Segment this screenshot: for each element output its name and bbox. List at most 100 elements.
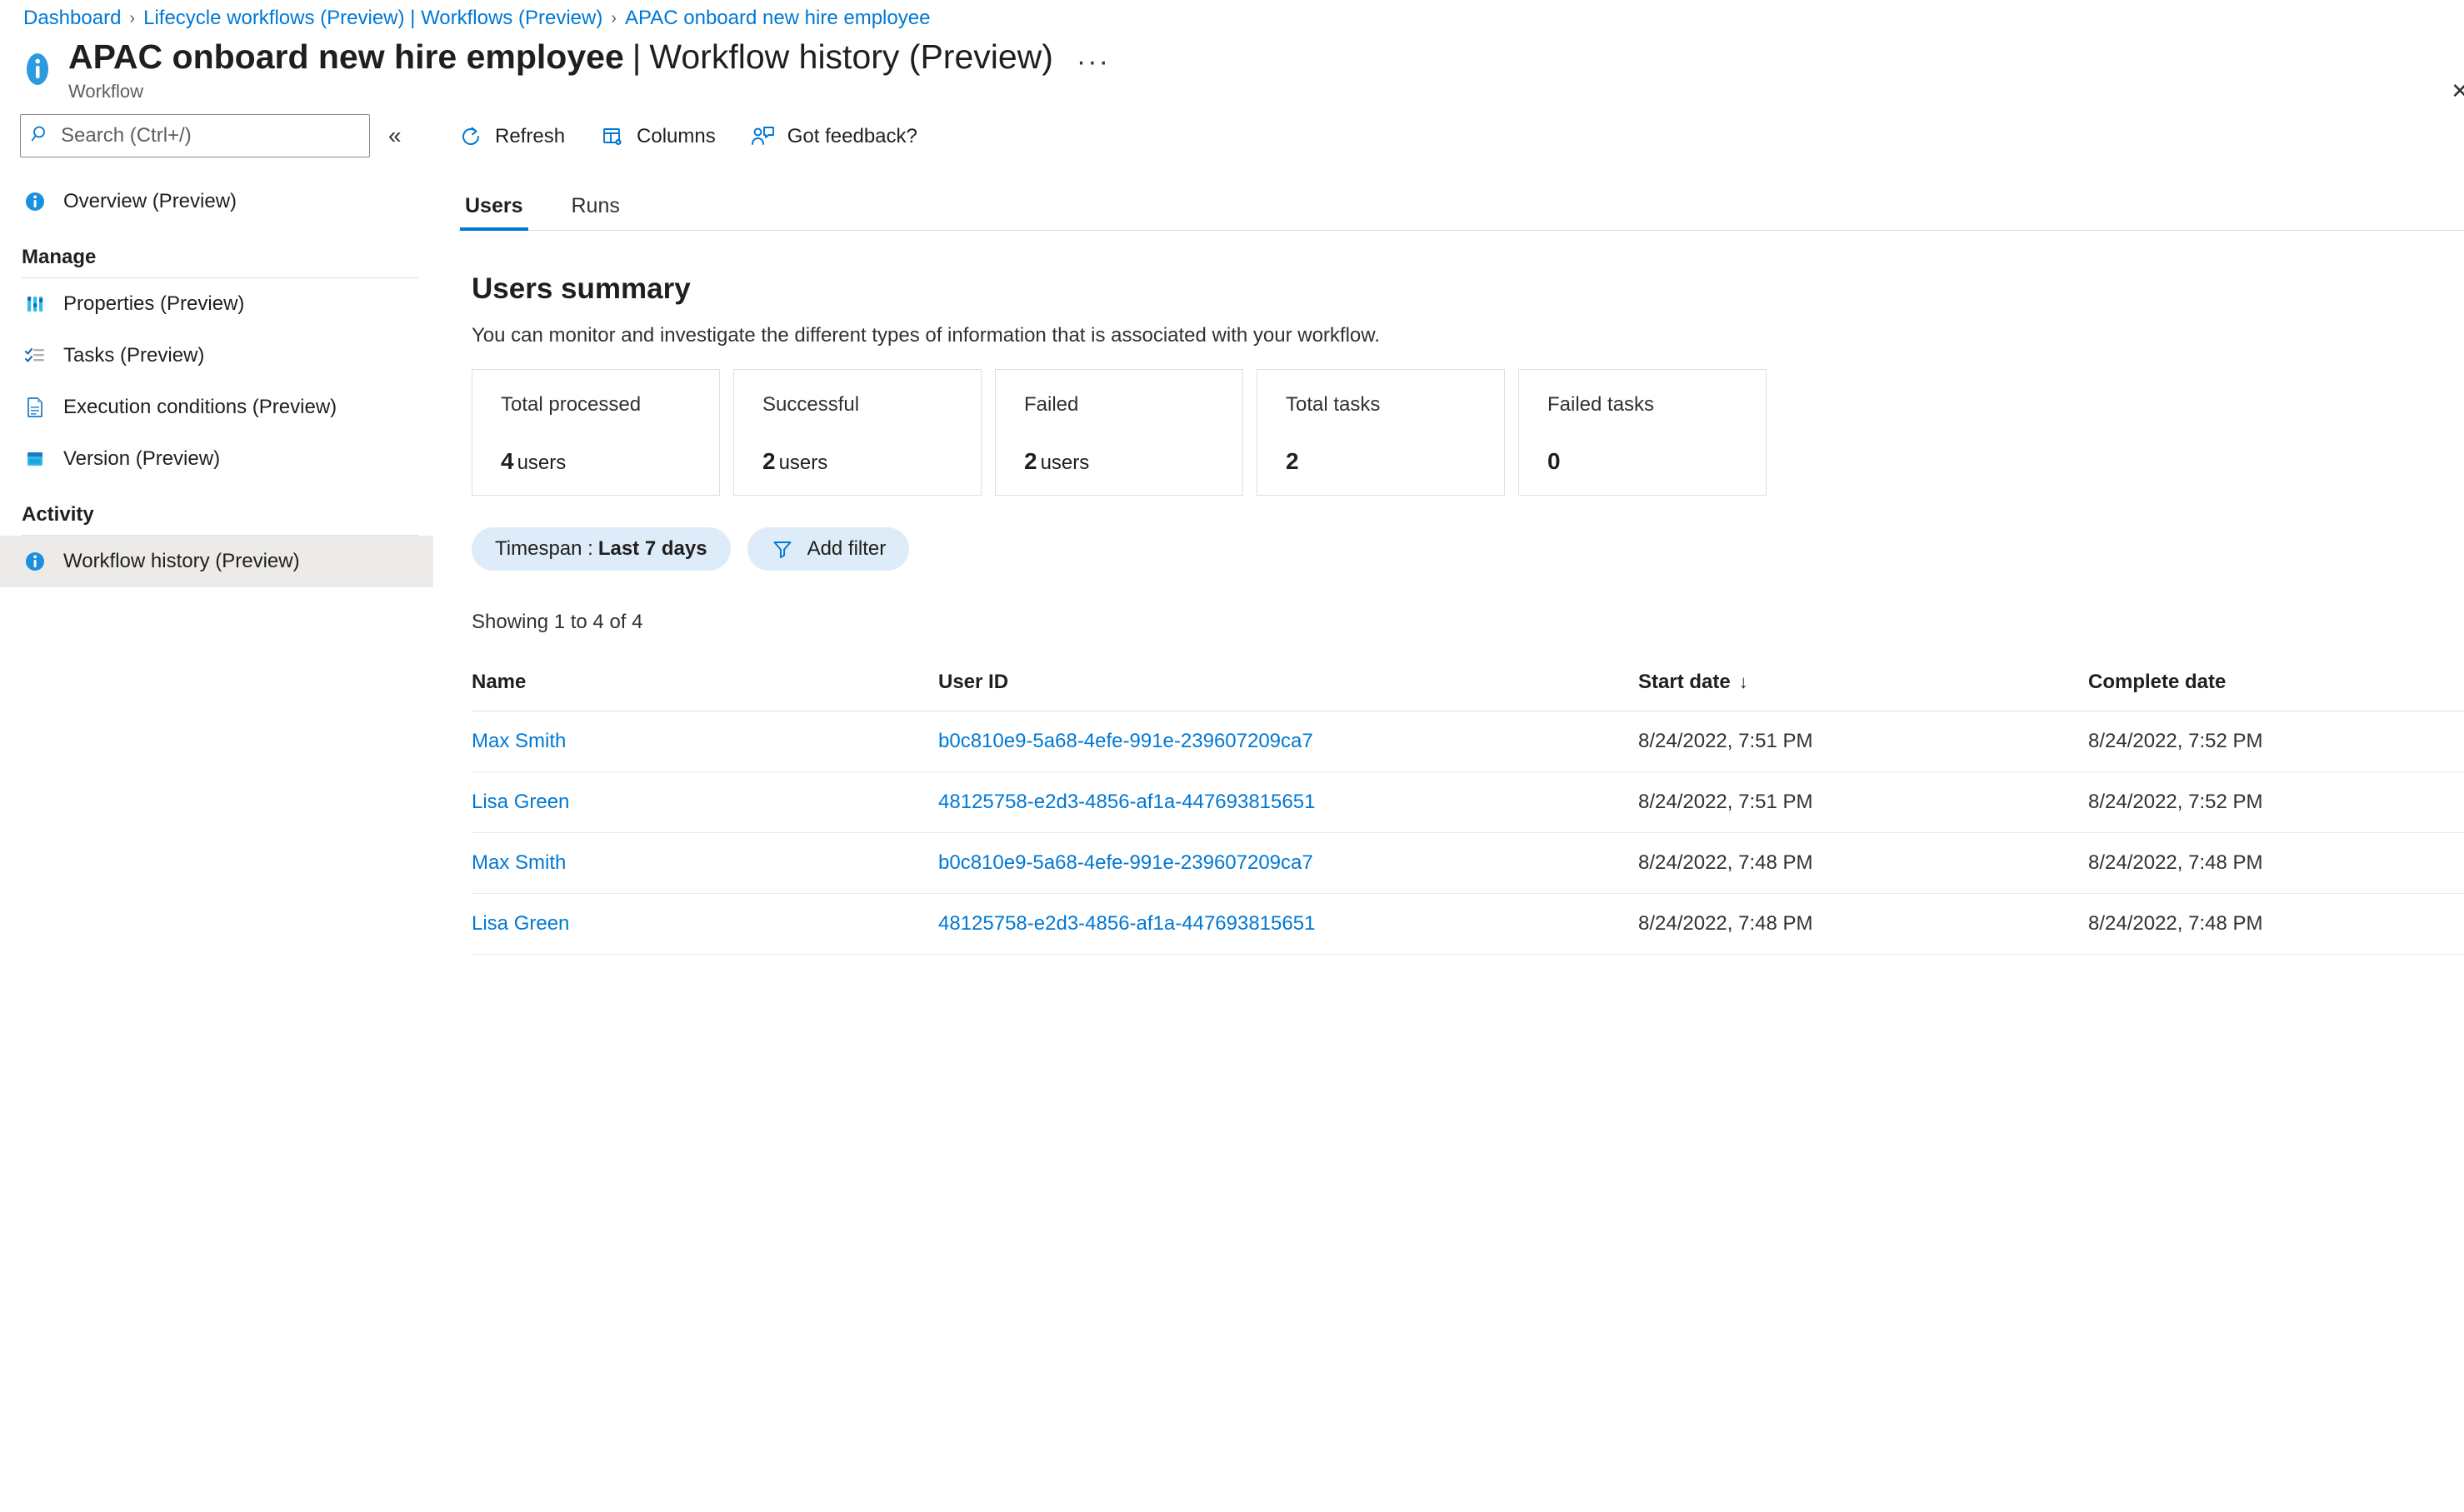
sidebar-item-tasks[interactable]: Tasks (Preview) — [0, 330, 433, 382]
layers-icon — [22, 446, 48, 472]
breadcrumb-item-lifecycle-workflows[interactable]: Lifecycle workflows (Preview) | Workflow… — [143, 7, 602, 30]
column-header-label: Name — [472, 671, 527, 694]
table-row[interactable]: Max Smith b0c810e9-5a68-4efe-991e-239607… — [472, 832, 2464, 895]
columns-button[interactable]: Columns — [600, 124, 716, 149]
search-box[interactable] — [20, 114, 370, 158]
sidebar-item-workflow-history[interactable]: Workflow history (Preview) — [0, 536, 433, 588]
cell-complete-date: 8/24/2022, 7:48 PM — [2088, 893, 2464, 956]
sidebar-item-label: Version (Preview) — [63, 447, 221, 471]
user-id-link[interactable]: b0c810e9-5a68-4efe-991e-239607209ca7 — [938, 730, 1313, 752]
sidebar-item-properties[interactable]: Properties (Preview) — [0, 278, 433, 330]
timespan-filter-value: Last 7 days — [597, 537, 707, 561]
summary-card-failed: Failed 2 users — [995, 369, 1243, 497]
timespan-filter-chip[interactable]: Timespan : Last 7 days — [472, 527, 731, 571]
page-section-description: You can monitor and investigate the diff… — [472, 324, 1380, 347]
summary-card-value: 4 users — [501, 448, 719, 475]
summary-card-value: 2 — [1286, 448, 1504, 475]
summary-card-value: 2 users — [762, 448, 981, 475]
user-name-link[interactable]: Max Smith — [472, 851, 566, 874]
column-header-start-date[interactable]: Start date ↓ — [1638, 671, 2088, 712]
table-row[interactable]: Lisa Green 48125758-e2d3-4856-af1a-44769… — [472, 893, 2464, 956]
cell-name[interactable]: Lisa Green — [472, 893, 938, 956]
document-icon — [22, 394, 48, 421]
cell-user-id[interactable]: b0c810e9-5a68-4efe-991e-239607209ca7 — [938, 832, 1638, 895]
cell-start-date: 8/24/2022, 7:48 PM — [1638, 832, 2088, 895]
sidebar-item-label: Execution conditions (Preview) — [63, 396, 337, 419]
cell-name[interactable]: Max Smith — [472, 711, 938, 773]
sliders-icon — [22, 291, 48, 317]
sidebar-item-label: Overview (Preview) — [63, 190, 237, 213]
breadcrumb: Dashboard › Lifecycle workflows (Preview… — [0, 0, 2464, 30]
column-header-label: Complete date — [2088, 671, 2227, 694]
feedback-label: Got feedback? — [787, 125, 917, 148]
info-circle-icon — [20, 52, 55, 87]
refresh-button[interactable]: Refresh — [458, 124, 565, 149]
column-header-label: Start date — [1638, 671, 1731, 694]
page-section-title: Users summary — [472, 272, 691, 306]
refresh-label: Refresh — [495, 125, 566, 148]
sidebar-item-label: Workflow history (Preview) — [63, 550, 300, 573]
columns-label: Columns — [637, 125, 716, 148]
summary-card-unit: users — [1040, 452, 1090, 475]
cell-start-date: 8/24/2022, 7:51 PM — [1638, 771, 2088, 834]
cell-user-id[interactable]: b0c810e9-5a68-4efe-991e-239607209ca7 — [938, 711, 1638, 773]
cell-complete-date: 8/24/2022, 7:52 PM — [2088, 771, 2464, 834]
summary-card-number: 4 — [501, 448, 514, 475]
breadcrumb-separator: › — [129, 8, 136, 27]
breadcrumb-item-current-workflow[interactable]: APAC onboard new hire employee — [625, 7, 930, 30]
summary-card-label: Successful — [762, 393, 860, 417]
filter-bar: Timespan : Last 7 days Add filter — [472, 527, 2464, 571]
sidebar-group-title: Manage — [22, 246, 97, 269]
search-icon — [31, 124, 51, 148]
sort-descending-icon: ↓ — [1738, 671, 1748, 693]
sidebar-item-label: Properties (Preview) — [63, 292, 245, 316]
close-icon[interactable]: ✕ — [2451, 78, 2464, 104]
tab-bar: Users Runs — [458, 194, 2464, 232]
summary-card-number: 2 — [762, 448, 776, 475]
add-filter-button[interactable]: Add filter — [747, 527, 910, 571]
user-id-link[interactable]: 48125758-e2d3-4856-af1a-447693815651 — [938, 791, 1315, 813]
cell-name[interactable]: Max Smith — [472, 832, 938, 895]
sidebar-item-overview[interactable]: Overview (Preview) — [0, 176, 433, 227]
tab-runs[interactable]: Runs — [567, 194, 625, 230]
sidebar-item-version[interactable]: Version (Preview) — [0, 433, 433, 485]
user-name-link[interactable]: Lisa Green — [472, 912, 569, 935]
cell-user-id[interactable]: 48125758-e2d3-4856-af1a-447693815651 — [938, 893, 1638, 956]
summary-card-value: 2 users — [1024, 448, 1242, 475]
breadcrumb-item-dashboard[interactable]: Dashboard — [23, 7, 121, 30]
tab-users[interactable]: Users — [460, 194, 528, 232]
cell-start-date: 8/24/2022, 7:48 PM — [1638, 893, 2088, 956]
info-circle-icon — [22, 188, 48, 215]
more-actions-button[interactable]: ··· — [1077, 46, 1110, 77]
page-title-separator: | — [632, 37, 642, 76]
cell-start-date: 8/24/2022, 7:51 PM — [1638, 711, 2088, 773]
add-filter-label: Add filter — [807, 537, 887, 561]
table-row[interactable]: Max Smith b0c810e9-5a68-4efe-991e-239607… — [472, 711, 2464, 773]
user-id-link[interactable]: 48125758-e2d3-4856-af1a-447693815651 — [938, 912, 1315, 935]
user-id-link[interactable]: b0c810e9-5a68-4efe-991e-239607209ca7 — [938, 851, 1313, 874]
user-name-link[interactable]: Lisa Green — [472, 791, 569, 813]
user-name-link[interactable]: Max Smith — [472, 730, 566, 752]
sidebar-group-activity: Activity — [0, 485, 433, 526]
collapse-sidebar-button[interactable]: « — [388, 124, 402, 147]
timespan-filter-prefix: Timespan : — [495, 537, 593, 561]
search-input[interactable] — [59, 123, 359, 149]
cell-name[interactable]: Lisa Green — [472, 771, 938, 834]
feedback-button[interactable]: Got feedback? — [751, 124, 917, 149]
page-title-section: Workflow history (Preview) — [649, 37, 1053, 76]
column-header-user-id[interactable]: User ID — [938, 671, 1638, 712]
sidebar-item-execution-conditions[interactable]: Execution conditions (Preview) — [0, 382, 433, 433]
summary-cards: Total processed 4 users Successful 2 users… — [472, 369, 2464, 497]
summary-card-label: Failed — [1024, 393, 1079, 417]
page-title-workflow-name: APAC onboard new hire employee — [68, 37, 624, 76]
table-row[interactable]: Lisa Green 48125758-e2d3-4856-af1a-44769… — [472, 771, 2464, 834]
summary-card-total-processed: Total processed 4 users — [472, 369, 720, 497]
summary-card-value: 0 — [1547, 448, 1766, 475]
column-header-complete-date[interactable]: Complete date — [2088, 671, 2464, 712]
summary-card-unit: users — [778, 452, 828, 475]
sidebar-group-title: Activity — [22, 503, 94, 526]
sidebar: « Overview (Preview) Manage — [0, 102, 433, 1490]
cell-user-id[interactable]: 48125758-e2d3-4856-af1a-447693815651 — [938, 771, 1638, 834]
summary-card-number: 2 — [1024, 448, 1037, 475]
column-header-name[interactable]: Name — [472, 671, 938, 712]
